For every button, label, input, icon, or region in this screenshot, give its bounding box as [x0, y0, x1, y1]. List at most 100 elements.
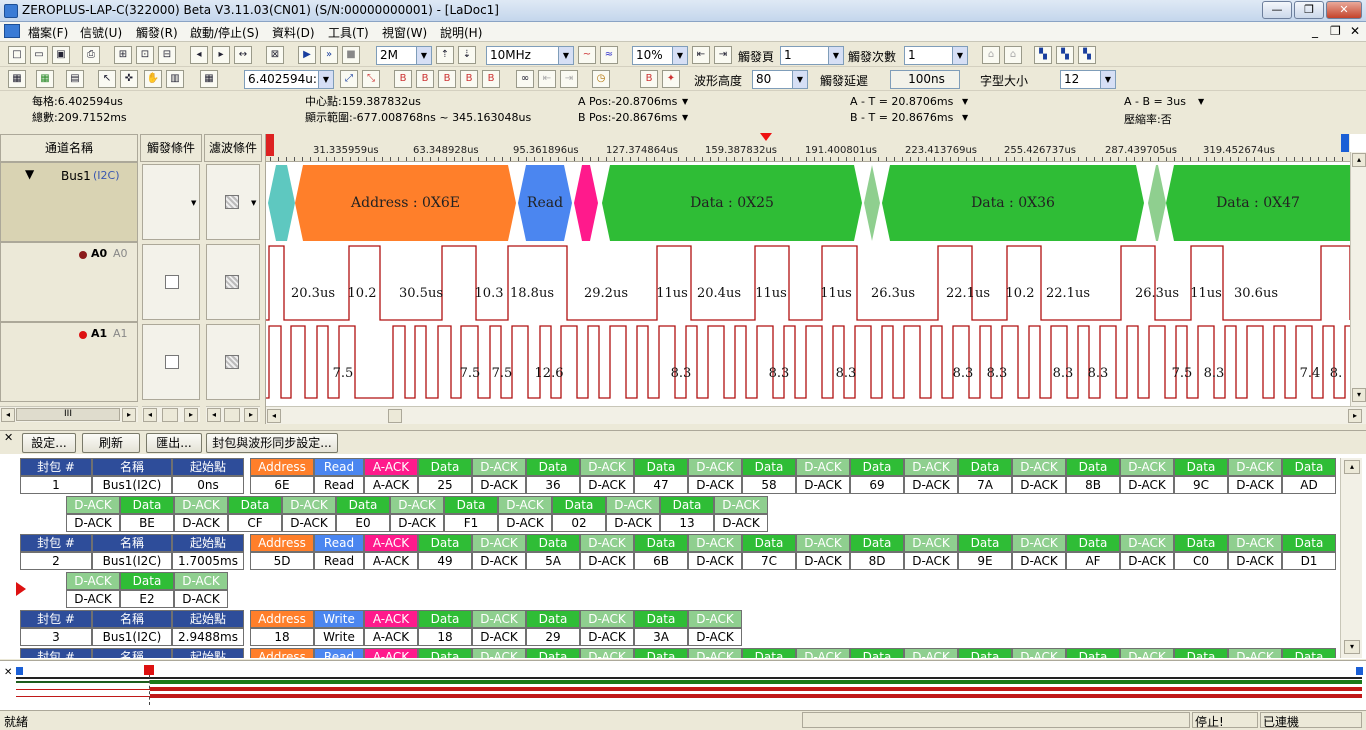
filter-box-icon[interactable] — [225, 355, 239, 369]
maximize-button[interactable]: ❐ — [1294, 1, 1324, 19]
scroll-right-icon[interactable]: ▸ — [244, 408, 258, 422]
trigger-level-icon[interactable] — [165, 355, 179, 369]
field-value[interactable]: A-ACK — [364, 552, 418, 570]
field-value[interactable]: 47 — [634, 476, 688, 494]
field-value[interactable]: 29 — [526, 628, 580, 646]
overview-end-marker[interactable] — [1356, 667, 1363, 675]
collapse-triangle-icon[interactable]: ▼ — [25, 167, 34, 181]
waveform-hscroll[interactable]: ◂ ▸ — [266, 406, 1366, 424]
memory-depth-select[interactable]: 2M ▼ — [376, 46, 432, 65]
cross-cursor-icon[interactable]: ✜ — [120, 70, 138, 88]
table-view-icon[interactable]: ▦ — [36, 70, 54, 88]
field-value[interactable]: D-ACK — [390, 514, 444, 532]
scroll-thumb[interactable]: III — [16, 408, 120, 421]
packet-list[interactable]: 封包 # 名稱 起始點 1 Bus1(I2C) 0ns Address 6E Read Read A… — [0, 454, 1366, 659]
scroll-thumb[interactable] — [224, 408, 240, 422]
bus-icon[interactable]: B — [482, 70, 500, 88]
mdi-minimize-button[interactable]: _ — [1312, 24, 1318, 38]
field-value[interactable]: Read — [314, 476, 364, 494]
trigger-delay-field[interactable]: 100ns — [890, 70, 960, 89]
field-value[interactable]: D-ACK — [796, 552, 850, 570]
field-value[interactable]: D-ACK — [282, 514, 336, 532]
bus-icon[interactable]: B — [460, 70, 478, 88]
packet-name[interactable]: Bus1(I2C) — [92, 552, 172, 570]
refresh-button[interactable]: 刷新 — [82, 433, 140, 453]
field-value[interactable]: 8B — [1066, 476, 1120, 494]
scroll-thumb[interactable] — [162, 408, 178, 422]
packet-num[interactable]: 1 — [20, 476, 92, 494]
ruler-icon[interactable]: ▥ — [166, 70, 184, 88]
sample-rate-select[interactable]: 10MHz ▼ — [486, 46, 574, 65]
clock-icon[interactable]: ◷ — [592, 70, 610, 88]
field-value[interactable]: D-ACK — [174, 590, 228, 608]
bus-settings-icon[interactable]: B — [640, 70, 658, 88]
packet-num[interactable]: 3 — [20, 628, 92, 646]
zoom-fit-icon[interactable]: ⊞ — [114, 46, 132, 64]
trigger-scrollbar[interactable]: ◂ ▸ — [142, 406, 200, 422]
channel-row-a1[interactable]: A1 A1 — [0, 322, 138, 402]
layout-icon[interactable]: ▚ — [1078, 46, 1096, 64]
trigger-cell-a1[interactable] — [142, 324, 200, 400]
field-value[interactable]: D-ACK — [472, 628, 526, 646]
field-value[interactable]: E0 — [336, 514, 390, 532]
menu-start-stop[interactable]: 啟動/停止(S) — [190, 24, 259, 41]
cursor-b-icon[interactable]: ▸ — [212, 46, 230, 64]
channel-row-bus1[interactable]: ▼ Bus1 (I2C) — [0, 162, 138, 242]
field-value[interactable]: D-ACK — [1120, 552, 1174, 570]
capture-icon[interactable]: ⊠ — [266, 46, 284, 64]
field-value[interactable]: 36 — [526, 476, 580, 494]
field-value[interactable]: D-ACK — [1012, 476, 1066, 494]
cursor-a-icon[interactable]: ◂ — [190, 46, 208, 64]
scroll-right-icon[interactable]: ▸ — [1348, 409, 1362, 423]
cursor-t-icon[interactable]: ↔ — [234, 46, 252, 64]
trigger-edge-icon[interactable] — [165, 275, 179, 289]
field-value[interactable]: AF — [1066, 552, 1120, 570]
close-overview-icon[interactable]: ✕ — [4, 667, 12, 678]
field-value[interactable]: 18 — [418, 628, 472, 646]
sample-down-icon[interactable]: ⇣ — [458, 46, 476, 64]
cursor-tool-icon[interactable]: ⤡ — [362, 70, 380, 88]
mdi-close-button[interactable]: ✕ — [1350, 24, 1360, 38]
scroll-thumb[interactable] — [388, 409, 402, 423]
bus-icon[interactable]: B — [438, 70, 456, 88]
new-file-icon[interactable]: □ — [8, 46, 26, 64]
filter-cell-a0[interactable] — [206, 244, 260, 320]
wave-blue-icon[interactable]: ≈ — [600, 46, 618, 64]
field-value[interactable]: 6B — [634, 552, 688, 570]
scroll-right-icon[interactable]: ▸ — [122, 408, 136, 422]
field-value[interactable]: 5D — [250, 552, 314, 570]
print-icon[interactable]: ⎙ — [82, 46, 100, 64]
field-value[interactable]: 7C — [742, 552, 796, 570]
field-value[interactable]: 6E — [250, 476, 314, 494]
field-value[interactable]: 3A — [634, 628, 688, 646]
field-value[interactable]: D-ACK — [1228, 552, 1282, 570]
trigger-cell-a0[interactable] — [142, 244, 200, 320]
menu-trigger[interactable]: 觸發(R) — [136, 24, 178, 41]
packet-start[interactable]: 2.9488ms — [172, 628, 244, 646]
overview-strip[interactable]: ✕ — [0, 660, 1366, 710]
field-value[interactable]: D-ACK — [1120, 476, 1174, 494]
trigger-prev-icon[interactable]: ⇤ — [692, 46, 710, 64]
field-value[interactable]: 8D — [850, 552, 904, 570]
chevron-down-icon[interactable]: ▼ — [682, 113, 688, 122]
chevron-down-icon[interactable]: ▼ — [962, 113, 968, 122]
packet-name[interactable]: Bus1(I2C) — [92, 628, 172, 646]
scroll-down-icon[interactable]: ▾ — [1344, 640, 1360, 654]
field-value[interactable]: 5A — [526, 552, 580, 570]
field-value[interactable]: Write — [314, 628, 364, 646]
field-value[interactable]: D-ACK — [472, 476, 526, 494]
grid-toggle-icon[interactable]: ▦ — [200, 70, 218, 88]
filter-cell-bus1[interactable]: ▼ — [206, 164, 260, 240]
scroll-left-icon[interactable]: ◂ — [207, 408, 221, 422]
field-value[interactable]: D-ACK — [904, 476, 958, 494]
field-value[interactable]: 58 — [742, 476, 796, 494]
field-value[interactable]: 69 — [850, 476, 904, 494]
menu-signal[interactable]: 信號(U) — [80, 24, 122, 41]
scroll-right-icon[interactable]: ▸ — [184, 408, 198, 422]
run-repeat-icon[interactable]: » — [320, 46, 338, 64]
overview-start-marker[interactable] — [16, 667, 23, 675]
packet-name[interactable]: Bus1(I2C) — [92, 476, 172, 494]
field-value[interactable]: D1 — [1282, 552, 1336, 570]
field-value[interactable]: F1 — [444, 514, 498, 532]
filter-box-icon[interactable] — [225, 275, 239, 289]
